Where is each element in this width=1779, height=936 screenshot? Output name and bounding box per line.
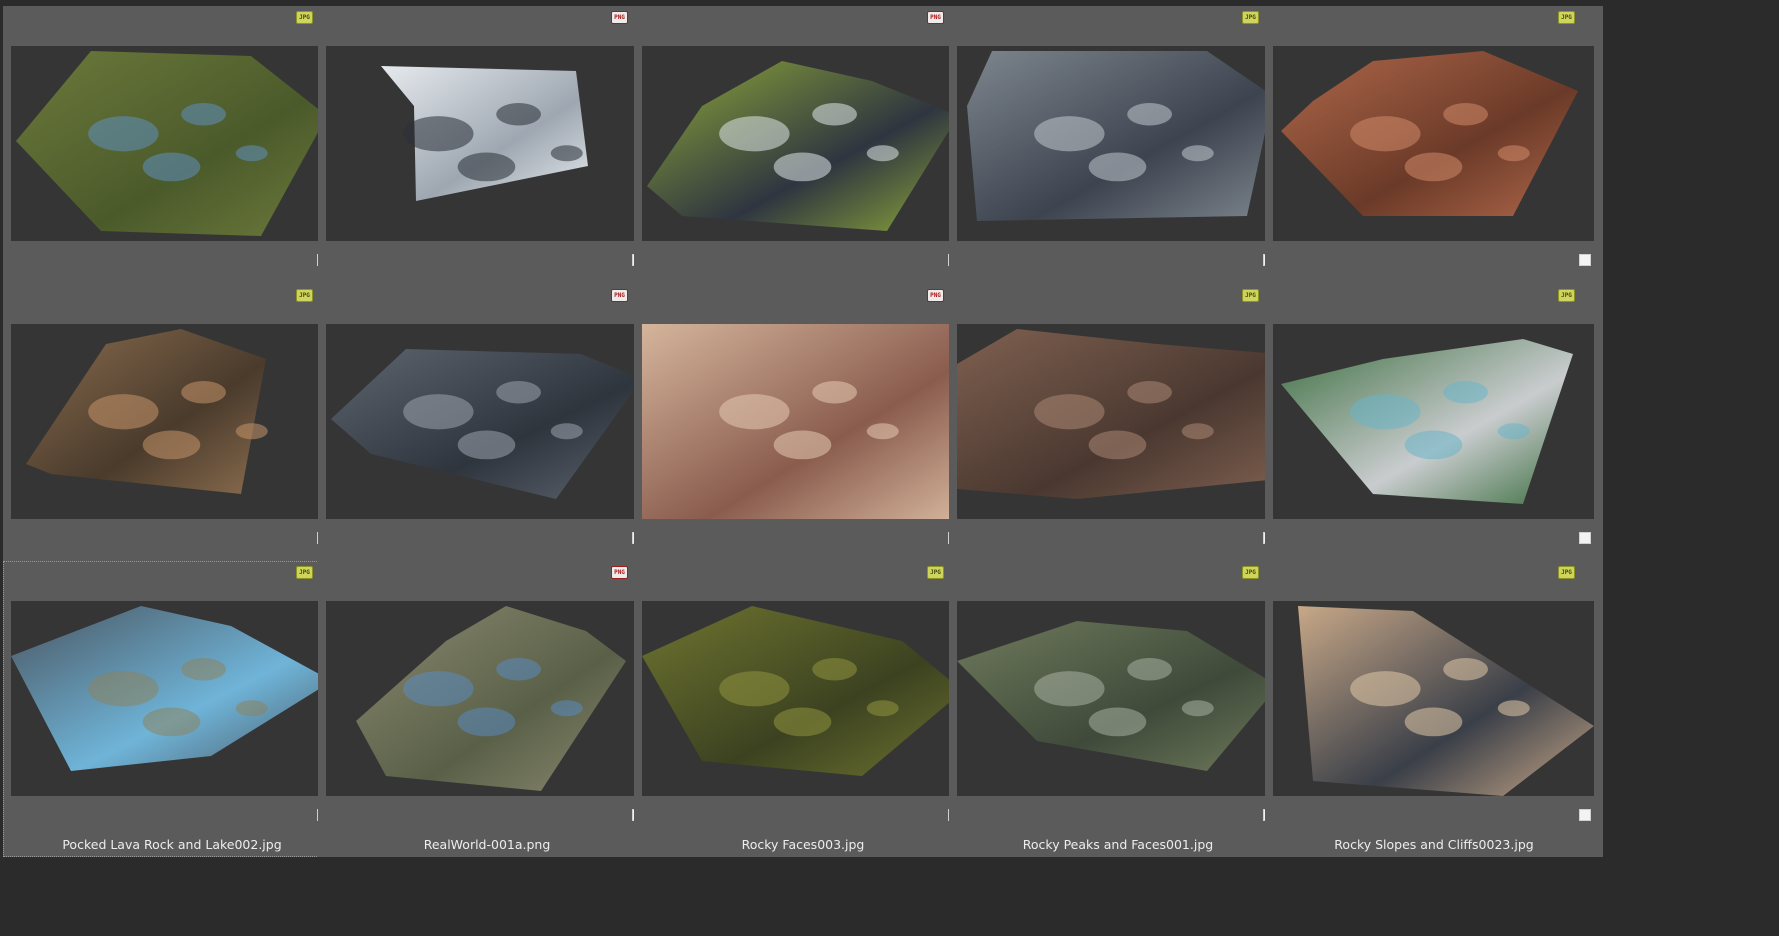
thumbnail-grid: JPGLake Wahoo.jpgPNGLayered Snow001.pngP… (0, 0, 1779, 936)
terrain-preview-image[interactable] (957, 46, 1278, 241)
png-file-icon: PNG (611, 566, 628, 579)
terrain-preview-image[interactable] (642, 601, 963, 796)
select-checkbox[interactable] (1579, 809, 1591, 821)
file-name-label: Rocky Slopes and Cliffs0023.jpg (1334, 837, 1534, 852)
png-file-icon: PNG (927, 11, 944, 24)
file-thumbnail-card[interactable]: JPGmountain training.jpg (1265, 284, 1603, 580)
file-thumbnail-card[interactable]: PNG RealWorld-001a.png (318, 561, 656, 857)
terrain-preview-image[interactable] (957, 324, 1278, 519)
file-thumbnail-card[interactable]: JPGLake Wahoo.jpg (3, 6, 341, 302)
terrain-preview-image[interactable] (11, 324, 332, 519)
select-checkbox[interactable] (1579, 532, 1591, 544)
file-thumbnail-card[interactable]: PNGMesa Dunes001.png (634, 284, 972, 580)
file-thumbnail-card[interactable]: PNGMerging Primitives001.png (318, 284, 656, 580)
jpg-file-icon: JPG (1242, 11, 1259, 24)
select-checkbox[interactable] (1579, 254, 1591, 266)
jpg-file-icon: JPG (1558, 289, 1575, 302)
png-file-icon: PNG (927, 289, 944, 302)
file-name-label: Rocky Faces003.jpg (741, 837, 865, 852)
png-file-icon: PNG (611, 289, 628, 302)
terrain-preview-image[interactable] (642, 324, 963, 519)
jpg-file-icon: JPG (296, 566, 313, 579)
terrain-preview-image[interactable] (957, 601, 1278, 796)
file-thumbnail-card[interactable]: JPGManual Terracing001.jpg (949, 6, 1287, 302)
file-name-label: RealWorld-001a.png (423, 837, 551, 852)
jpg-file-icon: JPG (296, 289, 313, 302)
terrain-preview-image[interactable] (1273, 601, 1594, 796)
file-thumbnail-card[interactable]: JPG Rocky Slopes and Cliffs0023.jpg (1265, 561, 1603, 857)
file-thumbnail-card[interactable]: JPGMedium Rock Formations001.jpg (3, 284, 341, 580)
jpg-file-icon: JPG (1242, 289, 1259, 302)
terrain-preview-image[interactable] (326, 601, 647, 796)
terrain-preview-image[interactable] (1273, 324, 1594, 519)
file-thumbnail-card[interactable]: PNGLayered Snow001.png (318, 6, 656, 302)
file-thumbnail-card[interactable]: JPG Rocky Faces003.jpg (634, 561, 972, 857)
jpg-file-icon: JPG (1242, 566, 1259, 579)
file-name-label: Rocky Peaks and Faces001.jpg (1022, 837, 1214, 852)
jpg-file-icon: JPG (1558, 11, 1575, 24)
terrain-preview-image[interactable] (326, 324, 647, 519)
terrain-preview-image[interactable] (11, 601, 332, 796)
png-file-icon: PNG (611, 11, 628, 24)
terrain-preview-image[interactable] (326, 46, 647, 241)
terrain-preview-image[interactable] (11, 46, 332, 241)
file-thumbnail-card[interactable]: JPG Pocked Lava Rock and Lake002.jpg (3, 561, 341, 857)
jpg-file-icon: JPG (927, 566, 944, 579)
file-thumbnail-card[interactable]: PNGLong Sharp Rocks002.png (634, 6, 972, 302)
terrain-preview-image[interactable] (642, 46, 963, 241)
jpg-file-icon: JPG (1558, 566, 1575, 579)
jpg-file-icon: JPG (296, 11, 313, 24)
terrain-preview-image[interactable] (1273, 46, 1594, 241)
file-thumbnail-card[interactable]: JPGMesa Slope001.jpg (949, 284, 1287, 580)
file-name-label: Pocked Lava Rock and Lake002.jpg (62, 837, 282, 852)
file-thumbnail-card[interactable]: JPGMars001.jpg (1265, 6, 1603, 302)
file-thumbnail-card[interactable]: JPG Rocky Peaks and Faces001.jpg (949, 561, 1287, 857)
